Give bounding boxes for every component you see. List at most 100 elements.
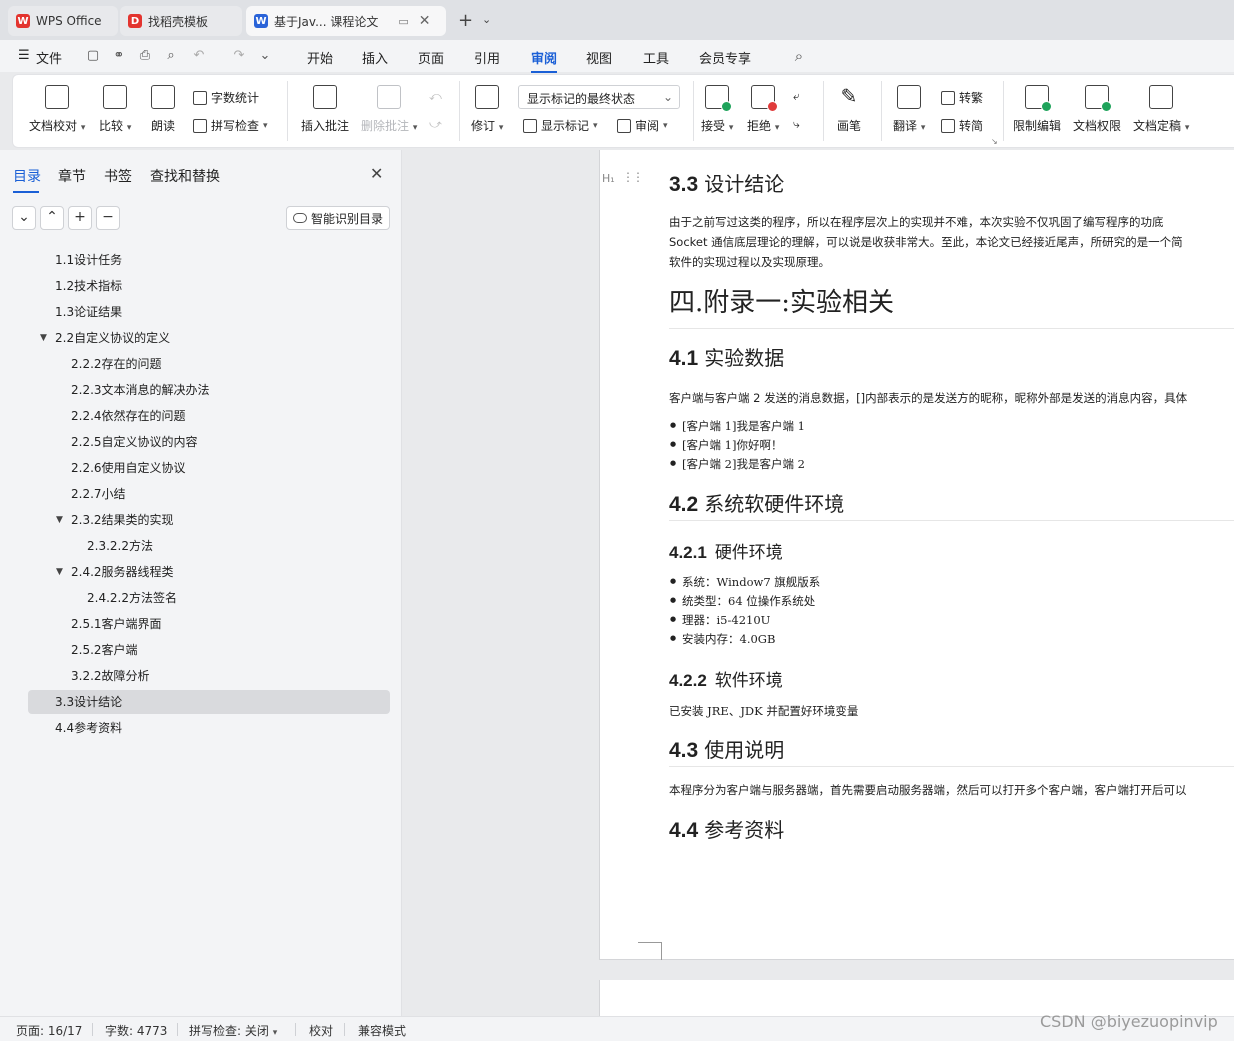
collapse-up-button[interactable]: ⌃	[40, 206, 64, 230]
toc-item[interactable]: 2.3.2结果类的实现	[71, 508, 174, 532]
spell-check-icon	[193, 118, 207, 133]
nav-tab-bookmarks[interactable]: 书签	[104, 166, 132, 186]
menu-view[interactable]: 视图	[586, 48, 612, 67]
toc-item[interactable]: 2.5.1客户端界面	[71, 612, 162, 636]
read-aloud-button[interactable]: 朗读	[151, 85, 175, 134]
toc-item[interactable]: 2.4.2.2方法签名	[87, 586, 177, 610]
menu-insert[interactable]: 插入	[362, 48, 388, 67]
chevron-down-icon[interactable]: ⌄	[258, 49, 272, 63]
heading-marker-icon[interactable]: H₁	[602, 172, 615, 185]
toc-item[interactable]: 2.3.2.2方法	[87, 534, 153, 558]
new-tab-plus-icon[interactable]: +	[458, 10, 473, 31]
review-pane-button[interactable]: 审阅 ▾	[617, 117, 668, 134]
tab-wps-office[interactable]: W WPS Office	[8, 6, 118, 36]
separator	[92, 1023, 93, 1036]
menu-membership[interactable]: 会员专享	[699, 48, 751, 67]
translate-button[interactable]: 翻译 ▾	[893, 85, 925, 134]
toc-item-label: 2.3.2结果类的实现	[71, 513, 174, 527]
delete-comment-button[interactable]: 删除批注 ▾	[361, 85, 417, 134]
next-comment-icon[interactable]: ⤻	[429, 117, 442, 132]
tab-docer-templates[interactable]: D 找稻壳模板	[120, 6, 242, 36]
insert-comment-button[interactable]: 插入批注	[301, 85, 349, 134]
search-icon[interactable]: ⌕	[792, 49, 806, 64]
close-icon[interactable]: ✕	[370, 164, 383, 183]
tab-document[interactable]: W 基于Jav... 课程论文 ▭ ✕	[246, 6, 446, 36]
review-ribbon: 文档校对 ▾ 比较 ▾ 朗读 字数统计 拼写检查 ▾ 插入批注 删除批注 ▾ ⤺…	[12, 74, 1234, 148]
toc-item[interactable]: 2.2.4依然存在的问题	[71, 404, 186, 428]
reject-button[interactable]: 拒绝 ▾	[747, 85, 779, 134]
toc-item[interactable]: 3.2.2故障分析	[71, 664, 150, 688]
compare-button[interactable]: 比较 ▾	[99, 85, 131, 134]
tab-float-icon[interactable]: ▭	[398, 15, 408, 28]
translate-label: 翻译	[893, 119, 918, 133]
revise-label: 修订	[471, 119, 496, 133]
hamburger-icon[interactable]: ☰	[18, 48, 30, 63]
word-count-button[interactable]: 字数统计	[193, 89, 259, 106]
pen-button[interactable]: ✎ 画笔	[837, 85, 861, 134]
add-heading-button[interactable]: +	[68, 206, 92, 230]
toc-item[interactable]: 2.2.2存在的问题	[71, 352, 162, 376]
menu-start[interactable]: 开始	[307, 48, 333, 67]
toc-item[interactable]: 1.3论证结果	[55, 300, 122, 324]
doc-finalize-button[interactable]: 文档定稿 ▾	[1133, 85, 1189, 134]
menu-review[interactable]: 审阅	[531, 48, 558, 73]
print-preview-icon[interactable]: ⌕	[164, 49, 178, 63]
toc-item[interactable]: 1.2技术指标	[55, 274, 122, 298]
pen-label: 画笔	[837, 119, 862, 133]
prev-comment-icon[interactable]: ⤺	[429, 89, 442, 104]
print-icon[interactable]: ⎙	[138, 49, 152, 63]
toc-item[interactable]: 4.4参考资料	[55, 716, 122, 740]
toc-item[interactable]: 2.4.2服务器线程类	[71, 560, 174, 584]
doc-permission-button[interactable]: 文档权限	[1073, 85, 1121, 134]
toc-item[interactable]: 2.2.5自定义协议的内容	[71, 430, 198, 454]
list-item: [客户端 1]你好啊！	[670, 437, 783, 453]
chevron-down-icon[interactable]: ⌄	[482, 13, 491, 26]
expand-down-button[interactable]: ⌄	[12, 206, 36, 230]
proof-status[interactable]: 校对	[309, 1022, 333, 1039]
save-icon[interactable]: ▢	[86, 49, 100, 63]
toc-item[interactable]: 1.1设计任务	[55, 248, 122, 272]
prev-change-icon[interactable]: ⤶	[793, 89, 800, 104]
next-change-icon[interactable]: ⤷	[793, 117, 800, 132]
show-markup-button[interactable]: 显示标记 ▾	[523, 117, 598, 134]
menu-tools[interactable]: 工具	[643, 48, 669, 67]
toc-item-label: 3.2.2故障分析	[71, 669, 150, 683]
expand-group-icon[interactable]: ↘	[991, 137, 998, 146]
share-icon[interactable]: ⚭	[112, 49, 126, 63]
word-count-indicator[interactable]: 字数: 4773	[105, 1022, 167, 1039]
toc-item[interactable]: 2.5.2客户端	[71, 638, 138, 662]
toc-item[interactable]: 2.2自定义协议的定义	[55, 326, 170, 350]
expand-triangle-icon[interactable]: ▼	[40, 333, 47, 343]
expand-triangle-icon[interactable]: ▼	[56, 567, 63, 577]
redo-icon[interactable]: ↷	[232, 49, 246, 63]
doc-proof-button[interactable]: 文档校对 ▾	[29, 85, 85, 134]
remove-heading-button[interactable]: −	[96, 206, 120, 230]
menu-page[interactable]: 页面	[418, 48, 444, 67]
to-traditional-button[interactable]: 转繁	[941, 89, 983, 106]
toc-item[interactable]: 3.3设计结论	[28, 690, 390, 714]
nav-tab-find-replace[interactable]: 查找和替换	[150, 166, 220, 186]
menu-file[interactable]: 文件	[36, 48, 62, 67]
nav-tab-toc[interactable]: 目录	[13, 166, 41, 193]
drag-handle-icon[interactable]: ⋮⋮	[622, 170, 644, 184]
close-icon[interactable]: ✕	[419, 13, 431, 29]
undo-icon[interactable]: ↶	[192, 49, 206, 63]
to-simplified-button[interactable]: 转简	[941, 117, 983, 134]
accept-button[interactable]: 接受 ▾	[701, 85, 733, 134]
page-indicator[interactable]: 页面: 16/17	[16, 1022, 82, 1039]
menu-reference[interactable]: 引用	[474, 48, 500, 67]
smart-toc-button[interactable]: 智能识别目录	[286, 206, 390, 230]
heading-4-2-2: 4.2.2 软件环境	[669, 671, 783, 691]
toc-item[interactable]: 2.2.6使用自定义协议	[71, 456, 186, 480]
nav-tab-chapters[interactable]: 章节	[58, 166, 86, 186]
insert-comment-label: 插入批注	[301, 119, 350, 133]
toc-item[interactable]: 2.2.3文本消息的解决办法	[71, 378, 210, 402]
markup-state-select[interactable]: 显示标记的最终状态 ⌄	[518, 85, 680, 109]
toc-item[interactable]: 2.2.7小结	[71, 482, 126, 506]
spell-check-status[interactable]: 拼写检查: 关闭 ▾	[189, 1022, 277, 1039]
lock-icon	[1025, 85, 1052, 112]
expand-triangle-icon[interactable]: ▼	[56, 515, 63, 525]
restrict-edit-button[interactable]: 限制编辑	[1013, 85, 1061, 134]
revise-button[interactable]: 修订 ▾	[471, 85, 503, 134]
spell-check-button[interactable]: 拼写检查 ▾	[193, 117, 268, 134]
